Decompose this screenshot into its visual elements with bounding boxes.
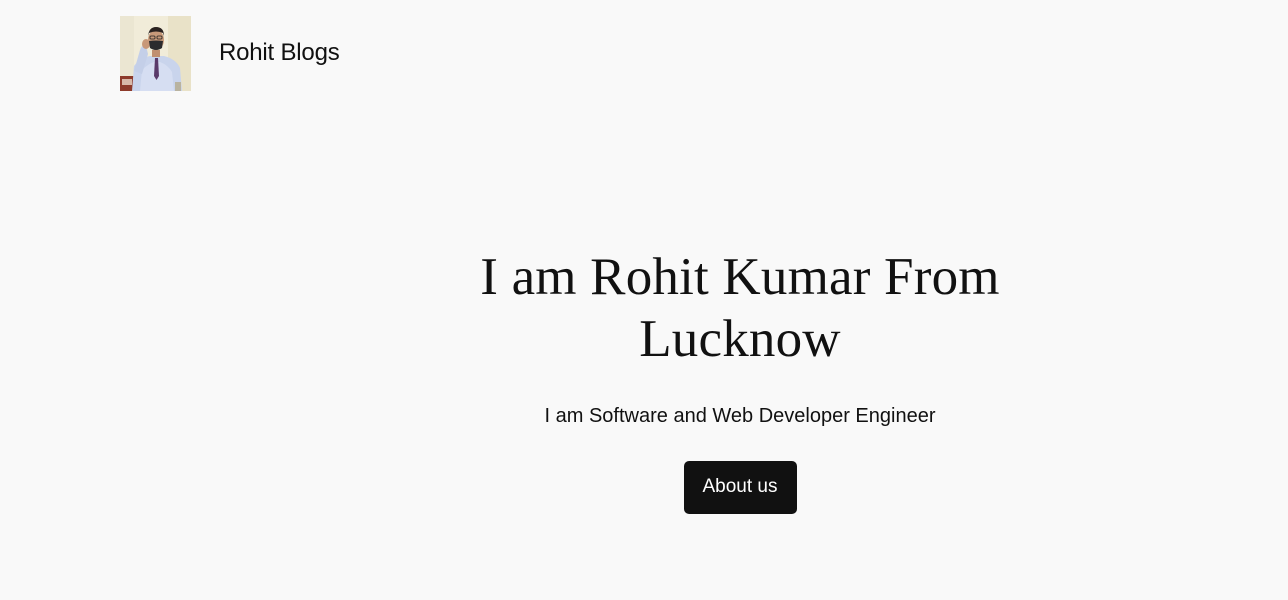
hero-subtitle: I am Software and Web Developer Engineer	[544, 405, 936, 427]
site-logo-avatar[interactable]	[120, 16, 191, 91]
hero-section: I am Rohit Kumar From Lucknow I am Softw…	[440, 246, 1040, 514]
site-title-link[interactable]: Rohit Blogs	[219, 39, 340, 67]
site-logo-link[interactable]	[120, 16, 191, 91]
site-header: Rohit Blogs	[120, 16, 340, 91]
about-us-button[interactable]: About us	[683, 461, 797, 514]
hero-title: I am Rohit Kumar From Lucknow	[480, 248, 1000, 368]
